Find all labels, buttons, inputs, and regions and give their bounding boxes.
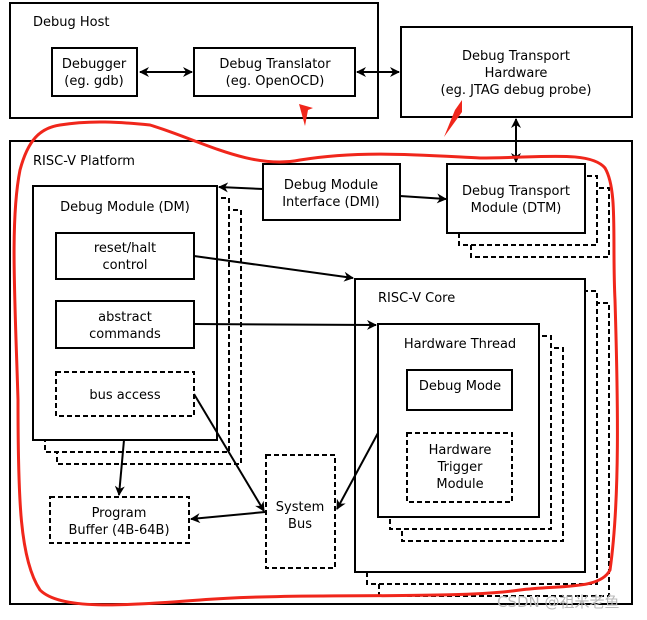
hardware-thread-label: Hardware Thread xyxy=(404,337,516,352)
dtm-box: Debug Transport Module (DTM) xyxy=(446,163,610,258)
core-label: RISC-V Core xyxy=(378,291,455,306)
debug-translator-box: Debug Translator (eg. OpenOCD) xyxy=(193,47,356,97)
debug-mode-box: Debug Mode xyxy=(406,369,513,411)
system-bus-line-2: Bus xyxy=(288,517,312,532)
debug-translator-example: (eg. OpenOCD) xyxy=(226,74,325,89)
program-buffer-box: Program Buffer (4B-64B) xyxy=(49,496,190,544)
dmi-line-1: Debug Module xyxy=(284,178,378,193)
abstract-line-1: abstract xyxy=(98,310,152,325)
abstract-commands-box: abstract commands xyxy=(55,300,195,349)
dth-line-2: Hardware xyxy=(485,66,548,81)
riscv-debug-diagram: Debug Host Debugger (eg. gdb) Debug Tran… xyxy=(9,2,633,611)
program-buffer-line-1: Program xyxy=(92,506,147,521)
debug-translator-label: Debug Translator xyxy=(219,57,331,72)
debug-transport-hardware-box: Debug Transport Hardware (eg. JTAG debug… xyxy=(400,26,633,118)
debugger-label: Debugger xyxy=(62,57,127,72)
dtm-line-2: Module (DTM) xyxy=(471,201,562,216)
trigger-line-3: Module xyxy=(436,477,483,492)
trigger-line-1: Hardware xyxy=(429,443,492,458)
debug-host-label: Debug Host xyxy=(33,15,109,30)
arrow-abstract-thread xyxy=(193,319,377,330)
dtm-line-1: Debug Transport xyxy=(462,184,570,199)
debugger-example: (eg. gdb) xyxy=(64,74,123,89)
dmi-line-2: Interface (DMI) xyxy=(282,195,380,210)
dm-label: Debug Module (DM) xyxy=(60,200,190,215)
trigger-line-2: Trigger xyxy=(437,460,483,475)
system-bus-line-1: System xyxy=(276,500,324,515)
abstract-line-2: commands xyxy=(89,327,161,342)
reset-halt-box: reset/halt control xyxy=(55,232,195,280)
trigger-module-box: Hardware Trigger Module xyxy=(406,432,513,503)
dmi-box: Debug Module Interface (DMI) xyxy=(262,163,401,221)
debug-mode-label: Debug Mode xyxy=(419,379,501,394)
bus-access-label: bus access xyxy=(89,388,160,403)
dth-line-3: (eg. JTAG debug probe) xyxy=(441,83,592,98)
platform-label: RISC-V Platform xyxy=(33,154,135,169)
watermark: CSDN @祖米老鱼 xyxy=(497,593,620,611)
reset-halt-line-2: control xyxy=(102,258,147,273)
bus-access-box: bus access xyxy=(55,371,195,417)
debugger-box: Debugger (eg. gdb) xyxy=(51,47,138,97)
system-bus-box: System Bus xyxy=(265,454,336,569)
dth-line-1: Debug Transport xyxy=(462,49,570,64)
program-buffer-line-2: Buffer (4B-64B) xyxy=(68,523,169,538)
hardware-thread-box: Hardware Thread xyxy=(377,323,564,542)
reset-halt-line-1: reset/halt xyxy=(94,241,156,256)
